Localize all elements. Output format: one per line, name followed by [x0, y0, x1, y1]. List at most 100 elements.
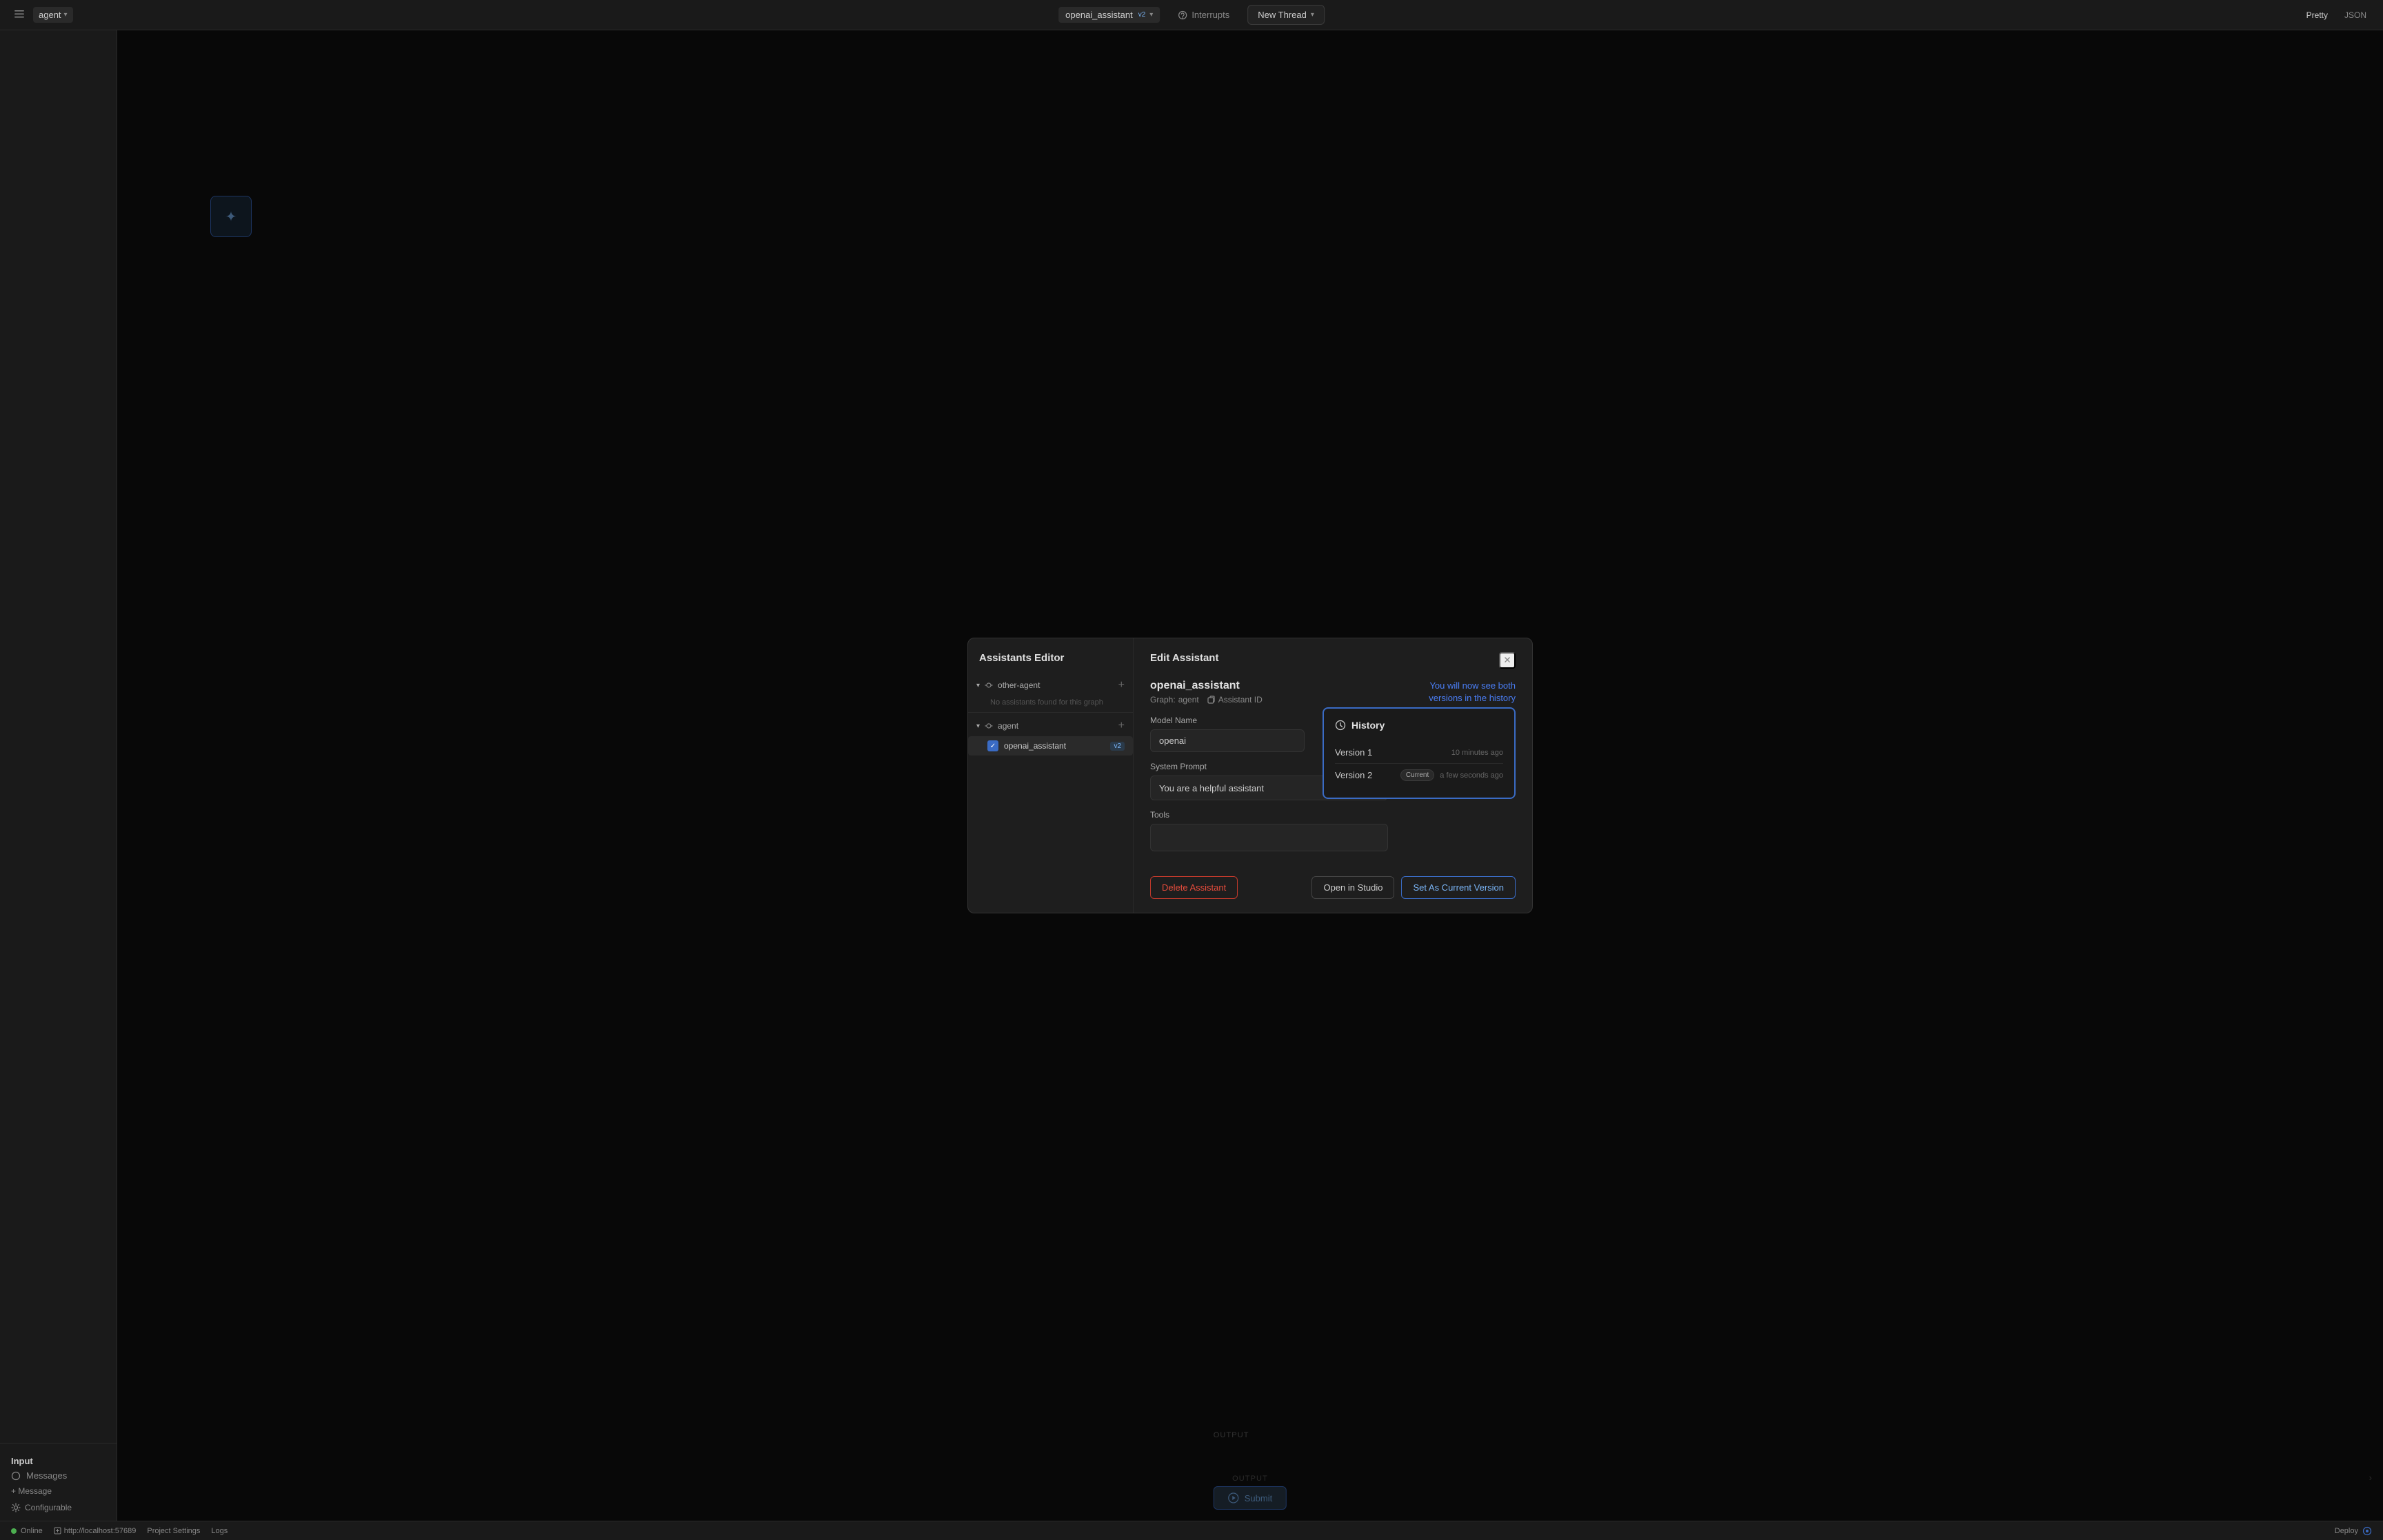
history-title: History: [1335, 720, 1503, 731]
agent-chevron-icon: ▾: [976, 722, 980, 730]
assistant-id-meta-item[interactable]: Assistant ID: [1207, 695, 1263, 705]
agent-label: agent: [39, 10, 61, 20]
graph-meta-label: Graph:: [1150, 695, 1176, 705]
online-label: Online: [21, 1527, 43, 1535]
json-button[interactable]: JSON: [2339, 8, 2372, 23]
other-agent-group: ▾ other-agent + No assistants found for …: [968, 675, 1133, 709]
interrupts-icon: [1178, 10, 1187, 20]
agent-graph-icon: [984, 721, 994, 731]
other-agent-graph-icon: [984, 680, 994, 690]
modal-right-header: Edit Assistant ✕: [1150, 652, 1516, 669]
online-status: Online: [11, 1527, 43, 1535]
project-settings-link[interactable]: Project Settings: [147, 1527, 200, 1535]
assistants-editor-title: Assistants Editor: [968, 652, 1133, 675]
set-current-label: Set As Current Version: [1413, 882, 1504, 893]
new-thread-caret-icon: ▾: [1311, 11, 1314, 19]
status-bar: Online http://localhost:57689 Project Se…: [0, 1521, 2383, 1540]
open-in-studio-button[interactable]: Open in Studio: [1311, 876, 1394, 899]
link-icon: [54, 1527, 61, 1534]
assistant-selector[interactable]: openai_assistant v2 ▾: [1058, 7, 1160, 23]
model-name-select[interactable]: openai: [1150, 729, 1305, 752]
copy-icon: [1207, 696, 1216, 704]
graph-divider: [968, 712, 1133, 713]
deploy-icon: [2362, 1526, 2372, 1536]
agent-header[interactable]: ▾ agent +: [968, 716, 1133, 736]
left-sidebar: Input Messages + Message Configurable: [0, 30, 117, 1521]
agent-group: ▾ agent + ✓ openai_assistant v2: [968, 716, 1133, 756]
assistants-editor-modal: Assistants Editor ▾ other-agent +: [967, 638, 1533, 913]
history-version-2[interactable]: Version 2 Current a few seconds ago: [1335, 764, 1503, 787]
openai-assistant-item[interactable]: ✓ openai_assistant v2: [968, 736, 1133, 756]
open-studio-label: Open in Studio: [1323, 882, 1382, 893]
localhost-url[interactable]: http://localhost:57689: [54, 1527, 137, 1535]
interrupts-label: Interrupts: [1192, 10, 1229, 20]
history-tooltip-line1: You will now see both: [1429, 680, 1516, 692]
close-modal-button[interactable]: ✕: [1499, 652, 1516, 669]
pretty-button[interactable]: Pretty: [2301, 8, 2333, 23]
history-panel: History Version 1 10 minutes ago Version…: [1323, 707, 1516, 799]
main-content: Input Messages + Message Configurable: [0, 30, 2383, 1521]
status-right: Deploy: [2335, 1526, 2372, 1536]
messages-row: Messages: [11, 1470, 105, 1481]
url-label: http://localhost:57689: [64, 1527, 137, 1535]
add-message-label: + Message: [11, 1486, 52, 1496]
new-thread-button[interactable]: New Thread ▾: [1247, 5, 1325, 25]
tools-label: Tools: [1150, 810, 1516, 820]
chevron-down-icon: ▾: [976, 682, 980, 689]
deploy-label: Deploy: [2335, 1527, 2358, 1535]
deploy-button[interactable]: Deploy: [2335, 1526, 2372, 1536]
history-label: History: [1351, 720, 1385, 731]
delete-assistant-button[interactable]: Delete Assistant: [1150, 876, 1238, 899]
modal-right-panel: Edit Assistant ✕ openai_assistant Graph:…: [1134, 638, 1532, 913]
assistant-version-label: v2: [1138, 11, 1146, 19]
version1-label: Version 1: [1335, 747, 1372, 758]
edit-assistant-title: Edit Assistant: [1150, 652, 1218, 664]
modal-footer: Delete Assistant Open in Studio Set As C…: [1150, 865, 1516, 899]
history-tooltip: You will now see both versions in the hi…: [1429, 680, 1516, 705]
tools-group: Tools: [1150, 810, 1516, 851]
sidebar-bottom: Input Messages + Message Configurable: [0, 1443, 117, 1521]
assistant-caret-icon: ▾: [1149, 11, 1153, 19]
logs-link[interactable]: Logs: [211, 1527, 228, 1535]
input-title: Input: [11, 1456, 33, 1466]
version2-label: Version 2: [1335, 770, 1372, 780]
agent-add-button[interactable]: +: [1118, 720, 1125, 732]
configurable-label: Configurable: [25, 1503, 72, 1512]
tools-input[interactable]: [1150, 824, 1388, 851]
configurable-button[interactable]: Configurable: [11, 1503, 105, 1512]
other-agent-header[interactable]: ▾ other-agent +: [968, 675, 1133, 696]
agent-header-left: ▾ agent: [976, 721, 1018, 731]
delete-btn-label: Delete Assistant: [1162, 882, 1226, 893]
topbar: agent ▾ openai_assistant v2 ▾ Interrupts…: [0, 0, 2383, 30]
other-agent-add-button[interactable]: +: [1118, 679, 1125, 691]
agent-caret-icon: ▾: [64, 11, 68, 19]
other-agent-header-left: ▾ other-agent: [976, 680, 1040, 690]
topbar-right: Pretty JSON: [2301, 8, 2372, 23]
assistant-id-label: Assistant ID: [1218, 695, 1263, 705]
modal-overlay: Assistants Editor ▾ other-agent +: [117, 30, 2383, 1521]
assistant-label: openai_assistant: [1065, 10, 1133, 20]
graph-meta-item: Graph: agent: [1150, 695, 1199, 705]
assistant-check-icon: ✓: [987, 740, 998, 751]
agent-label: agent: [998, 721, 1018, 731]
interrupts-button[interactable]: Interrupts: [1171, 7, 1236, 23]
add-message-button[interactable]: + Message: [11, 1486, 105, 1496]
topbar-left: agent ▾: [11, 6, 73, 24]
sidebar-toggle-button[interactable]: [11, 6, 28, 24]
other-agent-label: other-agent: [998, 680, 1040, 690]
online-dot-icon: [11, 1528, 17, 1534]
messages-icon: [11, 1471, 21, 1481]
version1-time: 10 minutes ago: [1451, 749, 1503, 757]
version2-info: Current a few seconds ago: [1400, 769, 1503, 781]
messages-label: Messages: [26, 1470, 67, 1481]
close-icon: ✕: [1503, 655, 1511, 666]
footer-right: Open in Studio Set As Current Version: [1311, 876, 1516, 899]
assistant-item-version: v2: [1110, 742, 1125, 751]
new-thread-label: New Thread: [1258, 10, 1307, 20]
topbar-center: openai_assistant v2 ▾ Interrupts New Thr…: [1058, 5, 1325, 25]
agent-selector[interactable]: agent ▾: [33, 7, 73, 23]
history-clock-icon: [1335, 720, 1346, 731]
set-current-version-button[interactable]: Set As Current Version: [1401, 876, 1516, 899]
history-version-1[interactable]: Version 1 10 minutes ago: [1335, 742, 1503, 764]
assistant-item-name: openai_assistant: [1004, 741, 1105, 751]
